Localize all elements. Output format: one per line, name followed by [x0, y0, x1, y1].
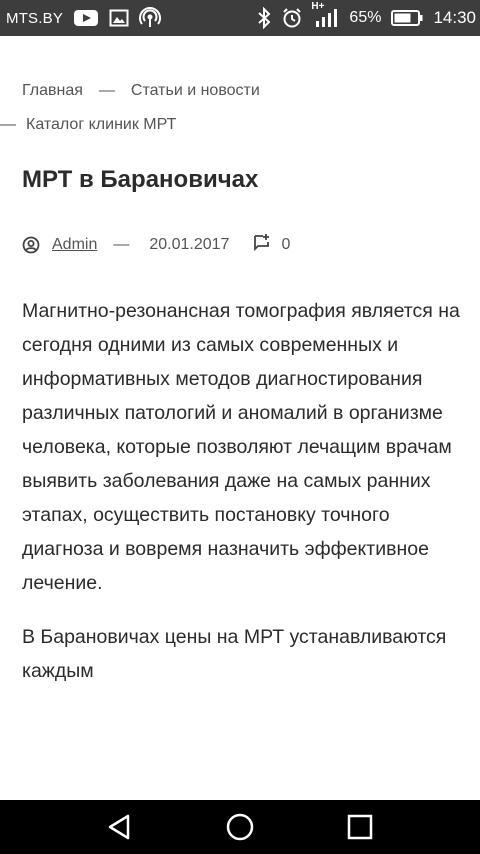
comments-count: 0 — [281, 235, 291, 253]
user-icon — [22, 236, 40, 259]
article-paragraph: Магнитно-резонансная томография является… — [22, 300, 460, 594]
network-type-label: H+ — [311, 1, 325, 12]
article-paragraph: В Барановичах цены на МРТ устанавливаютс… — [22, 626, 447, 682]
breadcrumb-catalog-link[interactable]: Каталог клиник МРТ — [26, 116, 176, 134]
add-comment-icon[interactable] — [253, 233, 271, 256]
breadcrumb-section-link[interactable]: Статьи и новости — [131, 82, 260, 100]
breadcrumb-separator: — — [0, 116, 16, 133]
clock: 14:30 — [433, 8, 476, 27]
meta-separator: — — [113, 235, 130, 253]
article-meta: Admin — 20.01.2017 0 — [22, 230, 290, 259]
breadcrumb-separator: — — [98, 82, 115, 99]
author-link[interactable]: Admin — [52, 236, 97, 254]
article-body: Магнитно-резонансная томография является… — [22, 294, 462, 708]
youtube-icon — [73, 8, 99, 28]
battery-icon — [391, 9, 423, 27]
back-button[interactable] — [100, 807, 140, 847]
recents-icon — [347, 814, 373, 840]
navigation-bar — [0, 800, 480, 854]
recents-button[interactable] — [340, 807, 380, 847]
signal-icon: H+ — [311, 1, 339, 29]
bluetooth-icon — [257, 7, 271, 29]
breadcrumb-row: — Каталог клиник МРТ — [0, 116, 176, 134]
hotspot-icon — [139, 7, 161, 29]
status-bar-right: H+ 65% 14:30 — [257, 1, 476, 29]
breadcrumb-row: Главная — Статьи и новости — [22, 82, 260, 100]
breadcrumb-home-link[interactable]: Главная — [22, 82, 83, 100]
alarm-icon — [281, 7, 303, 29]
status-bar-left: MTS.BY — [6, 7, 161, 29]
page-title: МРТ в Барановичах — [22, 166, 259, 193]
post-date: 20.01.2017 — [149, 235, 230, 253]
back-icon — [108, 814, 130, 840]
image-icon — [109, 8, 129, 28]
page-content: Главная — Статьи и новости — Каталог кли… — [0, 36, 480, 800]
home-button[interactable] — [220, 807, 260, 847]
carrier-label: MTS.BY — [6, 9, 64, 27]
status-bar: MTS.BY H+ 65% 14:30 — [0, 0, 480, 36]
battery-percent: 65% — [349, 9, 382, 26]
home-icon — [226, 813, 254, 841]
